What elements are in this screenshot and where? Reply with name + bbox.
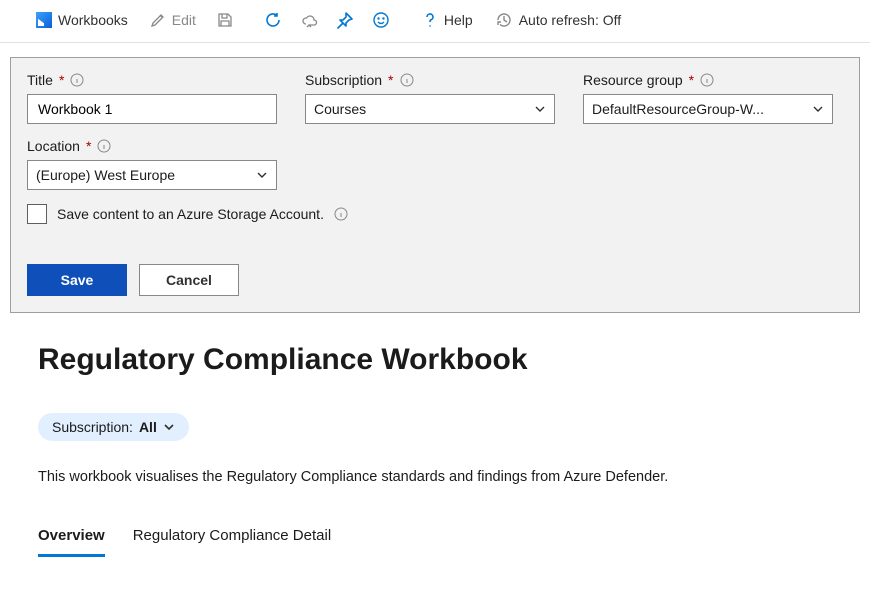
resource-group-value: DefaultResourceGroup-W... (592, 101, 764, 117)
chevron-down-icon (812, 103, 824, 115)
save-button-label: Save (61, 272, 94, 288)
storage-checkbox-label: Save content to an Azure Storage Account… (57, 206, 324, 222)
required-mark: * (388, 72, 393, 88)
pin-icon (336, 11, 354, 29)
help-button[interactable]: Help (414, 7, 481, 33)
subscription-pill-value: All (139, 419, 157, 435)
page-title: Regulatory Compliance Workbook (38, 343, 832, 377)
info-icon (97, 139, 111, 153)
chevron-down-icon (256, 169, 268, 181)
save-dialog: Title * Subscription * Courses (10, 57, 860, 313)
title-input[interactable] (36, 100, 268, 118)
title-label: Title (27, 72, 53, 88)
workbook-icon (36, 12, 52, 28)
question-icon (422, 11, 438, 29)
edit-label: Edit (172, 12, 196, 28)
title-field: Title * (27, 72, 277, 124)
title-input-wrap (27, 94, 277, 124)
cancel-button-label: Cancel (166, 272, 212, 288)
tab-detail-label: Regulatory Compliance Detail (133, 527, 331, 544)
save-icon-button[interactable] (210, 6, 240, 34)
toolbar: Workbooks Edit (0, 0, 870, 43)
tab-compliance-detail[interactable]: Regulatory Compliance Detail (133, 521, 331, 557)
required-mark: * (86, 138, 91, 154)
info-icon (334, 207, 348, 221)
auto-refresh-label: Auto refresh: Off (519, 12, 621, 28)
cloud-icon (300, 11, 318, 29)
resource-group-label: Resource group (583, 72, 683, 88)
help-label: Help (444, 12, 473, 28)
info-icon (700, 73, 714, 87)
save-button[interactable]: Save (27, 264, 127, 296)
save-icon (217, 12, 233, 28)
subscription-field: Subscription * Courses (305, 72, 555, 124)
tab-overview-label: Overview (38, 527, 105, 544)
location-label: Location (27, 138, 80, 154)
workbook-content: Regulatory Compliance Workbook Subscript… (0, 313, 870, 557)
edit-button[interactable]: Edit (142, 8, 204, 32)
refresh-button[interactable] (258, 6, 288, 34)
subscription-filter-pill[interactable]: Subscription: All (38, 413, 189, 441)
subscription-select[interactable]: Courses (305, 94, 555, 124)
location-select[interactable]: (Europe) West Europe (27, 160, 277, 190)
pin-button[interactable] (330, 6, 360, 34)
auto-refresh-button[interactable]: Auto refresh: Off (487, 7, 629, 33)
location-value: (Europe) West Europe (36, 167, 175, 183)
chevron-down-icon (534, 103, 546, 115)
info-icon (400, 73, 414, 87)
tab-overview[interactable]: Overview (38, 521, 105, 557)
refresh-icon (264, 11, 282, 29)
chevron-down-icon (163, 421, 175, 433)
workbooks-crumb[interactable]: Workbooks (28, 8, 136, 32)
info-icon (70, 73, 84, 87)
workbooks-label: Workbooks (58, 12, 128, 28)
subscription-pill-label: Subscription: (52, 419, 133, 435)
workbook-description: This workbook visualises the Regulatory … (38, 469, 832, 485)
subscription-value: Courses (314, 101, 366, 117)
resource-group-select[interactable]: DefaultResourceGroup-W... (583, 94, 833, 124)
required-mark: * (689, 72, 694, 88)
resource-group-field: Resource group * DefaultResourceGroup-W.… (583, 72, 833, 124)
cancel-button[interactable]: Cancel (139, 264, 239, 296)
pencil-icon (150, 12, 166, 28)
location-field: Location * (Europe) West Europe (27, 138, 277, 190)
required-mark: * (59, 72, 64, 88)
history-icon (495, 11, 513, 29)
tab-bar: Overview Regulatory Compliance Detail (38, 521, 832, 557)
feedback-button[interactable] (366, 6, 396, 34)
storage-checkbox[interactable] (27, 204, 47, 224)
open-workbook-button[interactable] (294, 6, 324, 34)
subscription-label: Subscription (305, 72, 382, 88)
smiley-icon (372, 11, 390, 29)
